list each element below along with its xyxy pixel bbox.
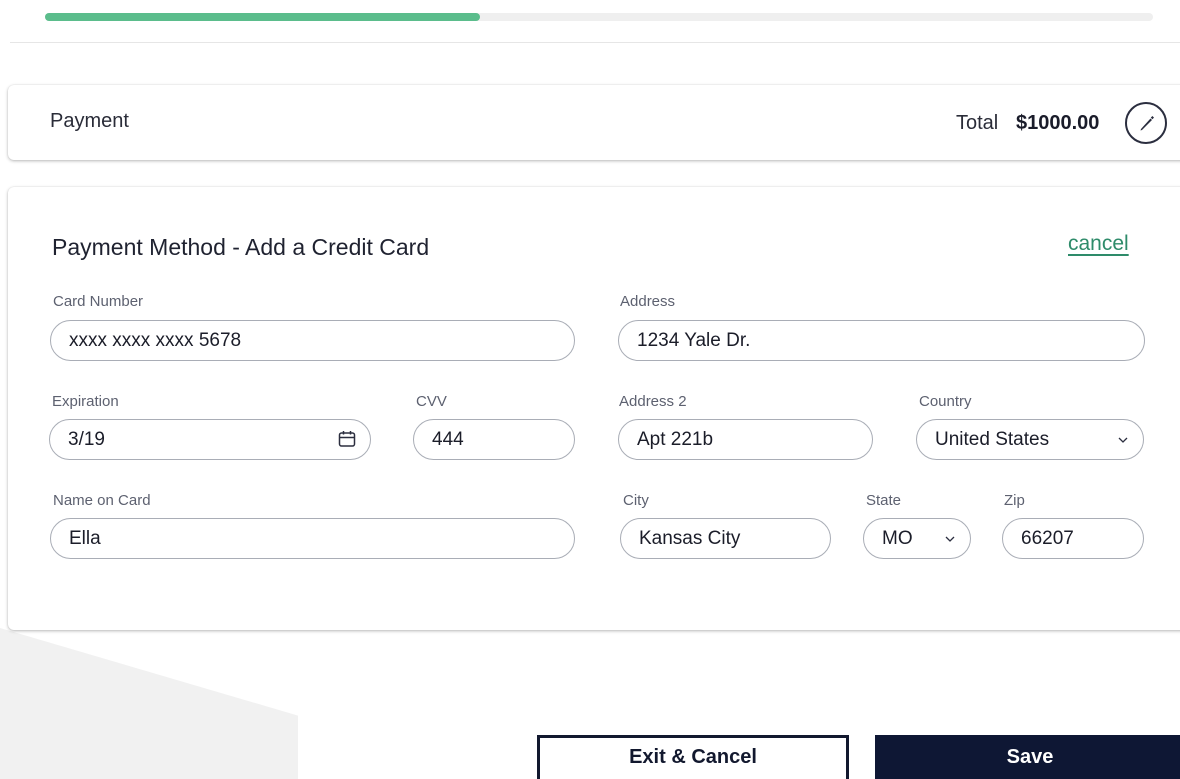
expiration-field[interactable]: 3/19 xyxy=(49,419,371,460)
background-shape xyxy=(0,628,298,779)
state-value: MO xyxy=(882,527,913,549)
city-field[interactable]: Kansas City xyxy=(620,518,831,559)
progress-bar xyxy=(45,13,1153,21)
name-on-card-label: Name on Card xyxy=(53,492,151,509)
cancel-link[interactable]: cancel xyxy=(1068,232,1129,256)
card-number-field[interactable]: xxxx xxxx xxxx 5678 xyxy=(50,320,575,361)
country-label: Country xyxy=(919,393,972,410)
name-on-card-field[interactable]: Ella xyxy=(50,518,575,559)
zip-field[interactable]: 66207 xyxy=(1002,518,1144,559)
chevron-down-icon xyxy=(1118,437,1128,443)
card-number-label: Card Number xyxy=(53,293,144,310)
progress-bar-fill xyxy=(45,13,481,21)
pencil-icon xyxy=(1140,116,1154,131)
city-value: Kansas City xyxy=(639,527,741,549)
total-amount: $1000.00 xyxy=(1016,112,1100,134)
top-divider xyxy=(10,42,1180,43)
form-title: Payment Method - Add a Credit Card xyxy=(52,234,430,260)
exit-cancel-button[interactable]: Exit & Cancel xyxy=(537,735,849,779)
city-label: City xyxy=(623,492,649,509)
state-select[interactable]: MO xyxy=(863,518,971,559)
edit-payment-button[interactable] xyxy=(1125,102,1167,144)
section-title: Payment xyxy=(50,110,129,132)
country-value: United States xyxy=(935,428,1050,450)
calendar-icon[interactable] xyxy=(338,430,356,448)
save-button[interactable]: Save xyxy=(875,735,1180,779)
cvv-label: CVV xyxy=(416,393,447,410)
name-on-card-value: Ella xyxy=(69,527,101,549)
cvv-value: 444 xyxy=(432,428,464,450)
address-field[interactable]: 1234 Yale Dr. xyxy=(618,320,1145,361)
payment-page: Payment Total $1000.00 Payment Method - … xyxy=(0,0,1180,779)
cvv-field[interactable]: 444 xyxy=(413,419,575,460)
total-label: Total xyxy=(956,112,999,134)
address2-field[interactable]: Apt 221b xyxy=(618,419,873,460)
payment-summary-card: Payment Total $1000.00 xyxy=(8,85,1180,160)
expiration-value: 3/19 xyxy=(68,428,105,450)
credit-card-form: Payment Method - Add a Credit Card cance… xyxy=(8,187,1180,630)
country-select[interactable]: United States xyxy=(916,419,1144,460)
address2-label: Address 2 xyxy=(619,393,687,410)
chevron-down-icon xyxy=(945,536,955,542)
zip-value: 66207 xyxy=(1021,527,1074,549)
address-value: 1234 Yale Dr. xyxy=(637,329,751,351)
address2-value: Apt 221b xyxy=(637,428,714,450)
address-label: Address xyxy=(620,293,676,310)
zip-label: Zip xyxy=(1004,492,1025,509)
expiration-label: Expiration xyxy=(52,393,119,410)
state-label: State xyxy=(866,492,902,509)
card-number-value: xxxx xxxx xxxx 5678 xyxy=(69,329,242,351)
